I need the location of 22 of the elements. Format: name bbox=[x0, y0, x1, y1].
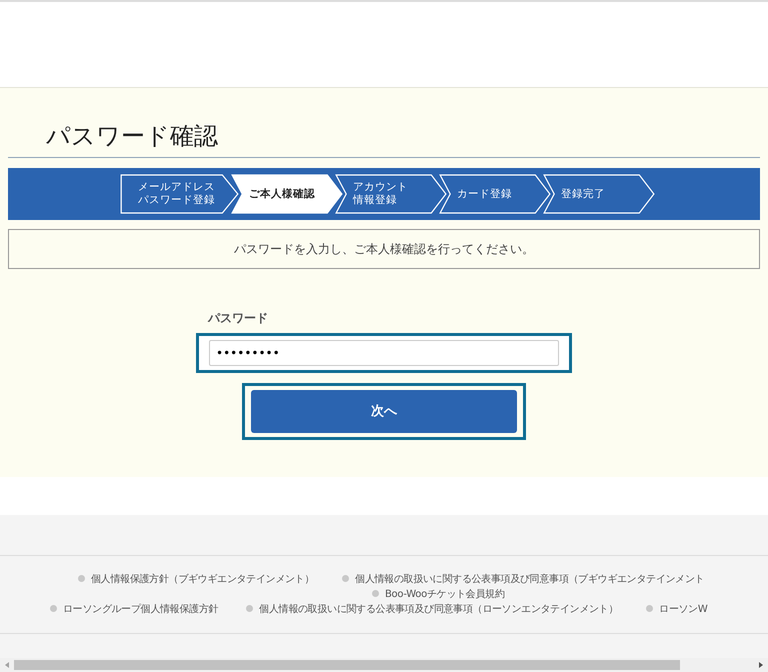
step-tab[interactable]: ご本人様確認 bbox=[231, 174, 343, 214]
bullet-icon bbox=[646, 605, 654, 612]
step-tab[interactable]: アカウント 情報登録 bbox=[335, 174, 447, 214]
step-tab[interactable]: メールアドレス パスワード登録 bbox=[120, 174, 239, 214]
bullet-icon bbox=[372, 590, 379, 597]
step-tab[interactable]: 登録完了 bbox=[543, 174, 655, 214]
step-tab[interactable]: カード登録 bbox=[439, 174, 551, 214]
footer-link[interactable]: 個人情報の取扱いに関する公表事項及び同意事項（ブギウギエンタテインメント bbox=[355, 574, 704, 585]
footer-link[interactable]: 個人情報保護方針（ブギウギエンタテインメント） bbox=[91, 574, 314, 585]
bullet-icon bbox=[50, 605, 57, 612]
footer-link[interactable]: Boo-Wooチケット会員規約 bbox=[385, 589, 505, 600]
next-button[interactable]: 次へ bbox=[251, 390, 517, 433]
footer-link[interactable]: 個人情報の取扱いに関する公表事項及び同意事項（ローソンエンタテインメント） bbox=[259, 604, 618, 615]
instruction-text: パスワードを入力し、ご本人様確認を行ってください。 bbox=[234, 240, 534, 258]
page-title: パスワード確認 bbox=[8, 88, 760, 158]
footer-link[interactable]: ローソングループ個人情報保護方針 bbox=[63, 604, 218, 615]
bullet-icon bbox=[78, 575, 85, 582]
bullet-icon bbox=[342, 575, 350, 582]
bullet-icon bbox=[246, 605, 254, 612]
password-field[interactable]: ••••••••• bbox=[196, 332, 572, 373]
password-label: パスワード bbox=[208, 310, 268, 325]
footer-link[interactable]: ローソンW bbox=[659, 604, 708, 615]
